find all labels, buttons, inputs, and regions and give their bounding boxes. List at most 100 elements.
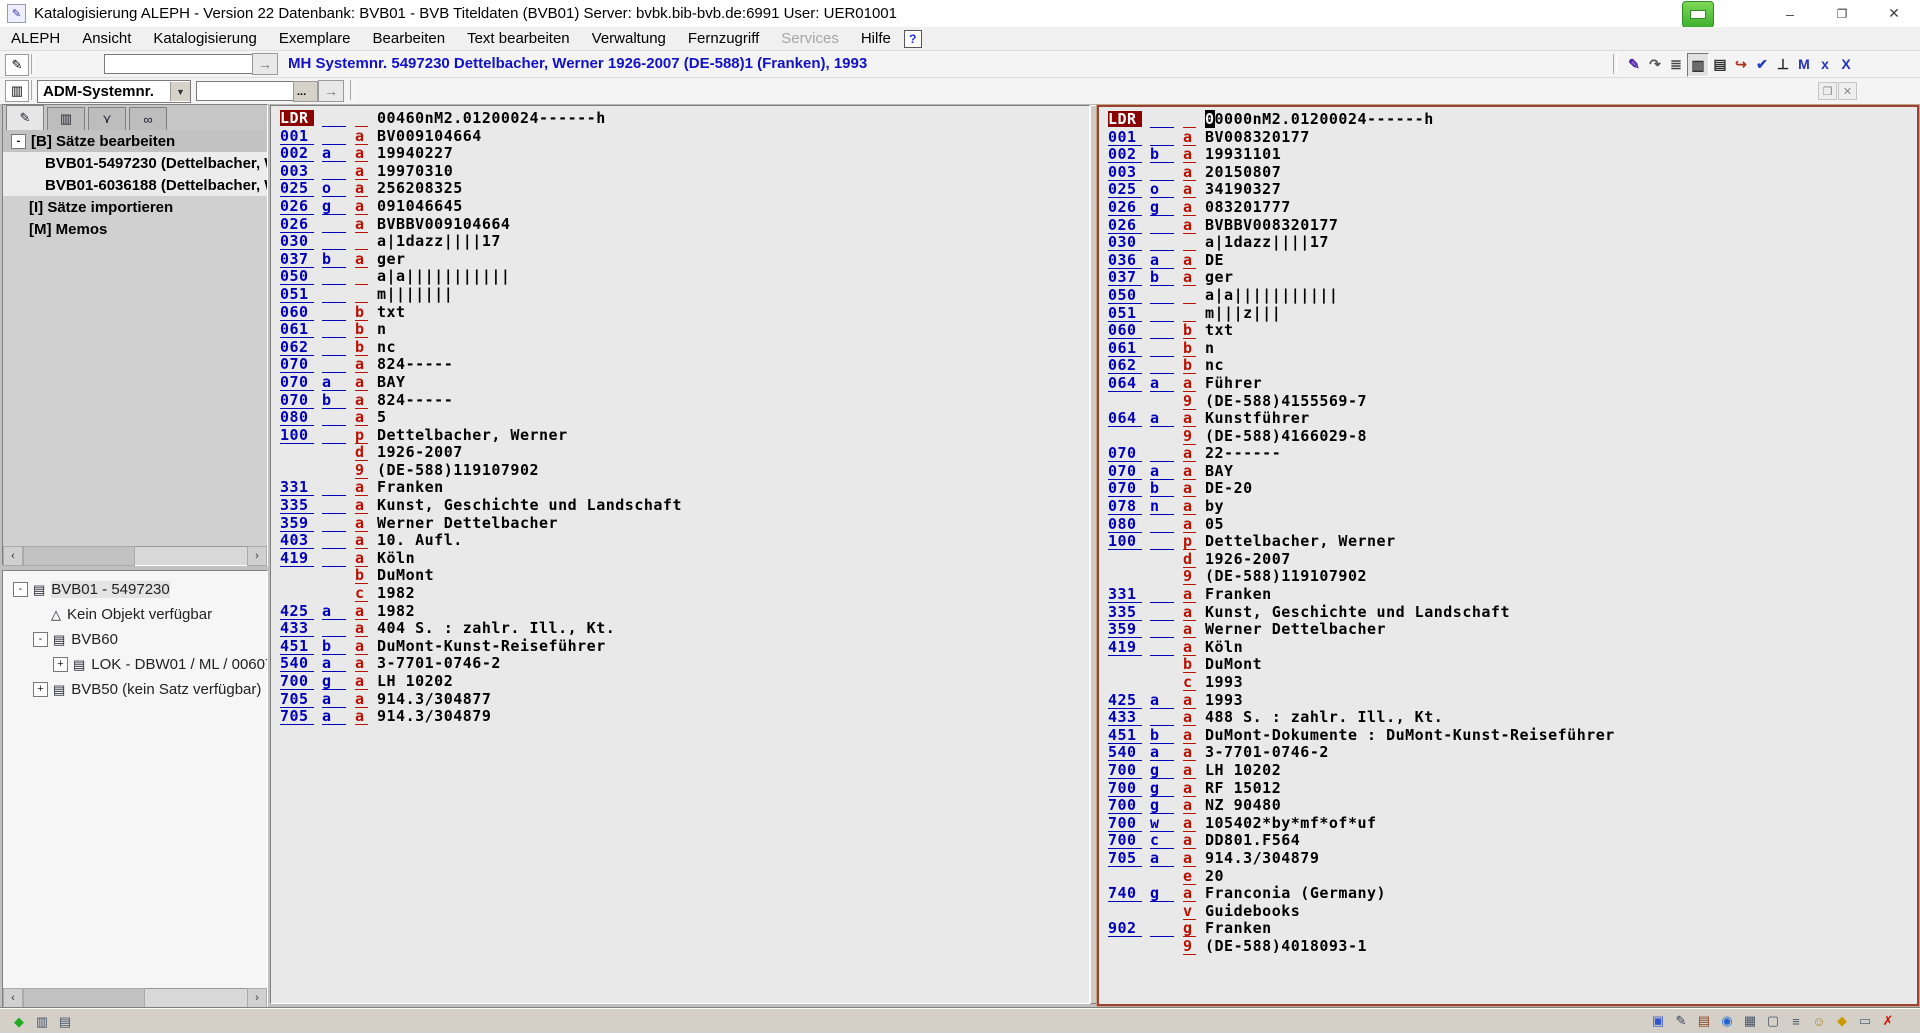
field-value[interactable]: Köln [1205,639,1243,656]
field-tag[interactable]: 331 [1108,586,1142,603]
field-tag[interactable]: 060 [1108,322,1142,339]
marc-field-row[interactable]: 001aBV008320177 [1099,129,1917,147]
field-tag[interactable]: 003 [280,163,314,180]
field-tag[interactable]: 359 [1108,621,1142,638]
subfield-code[interactable]: a [355,497,368,514]
subfield-code[interactable]: e [1183,868,1196,885]
field-value[interactable]: txt [1205,322,1234,339]
field-indicators[interactable]: a [322,603,346,620]
marc-field-row[interactable]: bDuMont [271,567,1089,585]
holdings-tree-item[interactable]: -▤BVB60 [3,627,267,652]
field-tag[interactable]: 070 [1108,463,1142,480]
field-value[interactable]: 404 S. : zahlr. Ill., Kt. [377,620,615,637]
chevron-down-icon[interactable]: ▼ [170,82,190,101]
field-tag[interactable] [1108,551,1142,567]
subfield-code[interactable]: a [355,515,368,532]
field-tag[interactable] [1108,938,1142,954]
marc-field-row[interactable]: 100pDettelbacher, Werner [1099,533,1917,551]
record-search-go-button[interactable]: → [252,53,278,75]
subfield-code[interactable]: 9 [1183,938,1196,955]
field-value[interactable]: n [377,321,387,338]
marc-field-row[interactable]: 700caDD801.F564 [1099,832,1917,850]
scroll-right-icon[interactable]: › [247,546,267,566]
child-restore-icon[interactable]: ❐ [1818,82,1837,100]
marc-field-row[interactable]: 060btxt [271,304,1089,322]
field-value[interactable]: 20150807 [1205,164,1281,181]
subfield-code[interactable]: a [355,532,368,549]
subfield-code[interactable]: b [355,304,368,321]
subfield-code[interactable]: a [1183,639,1196,656]
subfield-code[interactable]: a [355,374,368,391]
marc-field-row[interactable]: 070a22------ [1099,445,1917,463]
field-value[interactable]: (DE-588)4166029-8 [1205,428,1367,445]
field-tag[interactable]: 700 [1108,815,1142,832]
marc-field-row[interactable]: 051m||||||| [271,286,1089,304]
field-indicators[interactable] [322,110,346,127]
field-indicators[interactable] [1150,656,1174,672]
holdings-tree-item[interactable]: +▤BVB50 (kein Satz verfügbar) [3,677,267,702]
scroll-right-icon[interactable]: › [247,988,267,1008]
marc-field-row[interactable]: c1982 [271,585,1089,603]
user-icon[interactable]: ☺ [1808,1011,1830,1031]
field-value[interactable]: BVBBV009104664 [377,216,510,233]
subfield-code[interactable]: a [1183,744,1196,761]
field-tag[interactable]: 902 [1108,920,1142,937]
field-tag[interactable]: 070 [280,356,314,373]
edit-note-icon[interactable]: ✎ [1670,1011,1692,1031]
subfield-code[interactable]: a [1183,815,1196,832]
field-indicators[interactable] [1150,674,1174,690]
subfield-code[interactable]: a [355,145,368,162]
field-tag[interactable]: 705 [280,708,314,725]
subfield-code[interactable]: b [1183,340,1196,357]
field-value[interactable]: BV009104664 [377,128,482,145]
tree-item[interactable]: [I] Sätze importieren [3,196,267,218]
field-value[interactable]: 10. Aufl. [377,532,463,549]
field-value[interactable]: Franken [377,479,444,496]
field-indicators[interactable]: b [322,392,346,409]
field-value[interactable]: 00460nM2.01200024------h [377,110,606,127]
collapse-icon[interactable]: - [11,134,26,149]
field-tag[interactable]: 080 [1108,516,1142,533]
field-tag[interactable]: 705 [280,691,314,708]
upper-tree-hscrollbar[interactable]: ‹ › [3,546,267,565]
titlebar-green-tool-icon[interactable] [1682,1,1714,28]
field-tag[interactable]: 433 [280,620,314,637]
collapse-icon[interactable]: - [13,582,28,597]
field-tag[interactable]: 700 [1108,797,1142,814]
restore-button[interactable]: ❐ [1816,0,1868,27]
field-indicators[interactable] [1150,217,1174,234]
field-tag[interactable]: 419 [1108,639,1142,656]
field-indicators[interactable] [1150,709,1174,726]
field-value[interactable]: a|1dazz||||17 [1205,234,1329,251]
subfield-code[interactable]: a [355,638,368,655]
subfield-code[interactable]: p [355,427,368,444]
marc-field-row[interactable]: 540aa3-7701-0746-2 [1099,744,1917,762]
field-tag[interactable] [1108,674,1142,690]
subfield-code[interactable]: 9 [355,462,368,479]
mab-view-icon[interactable]: M [1794,53,1814,75]
subfield-code[interactable] [355,233,368,250]
marc-field-row[interactable]: 451baDuMont-Kunst-Reiseführer [271,638,1089,656]
field-indicators[interactable] [322,409,346,426]
field-indicators[interactable]: a [1150,463,1174,480]
subfield-code[interactable]: a [355,409,368,426]
subfield-code[interactable]: c [1183,674,1196,691]
subfield-code[interactable]: a [355,691,368,708]
field-indicators[interactable] [1150,604,1174,621]
field-tag[interactable]: 050 [1108,287,1142,304]
marc-field-row[interactable]: 002aa19940227 [271,145,1089,163]
holdings-tree-item[interactable]: -▤BVB01 - 5497230 [3,577,267,602]
field-value[interactable]: nc [377,339,396,356]
exit-editor-icon[interactable]: ↪ [1731,53,1751,75]
field-indicators[interactable]: g [322,673,346,690]
subfield-code[interactable]: 9 [1183,393,1196,410]
subfield-code[interactable]: b [355,321,368,338]
field-indicators[interactable] [322,515,346,532]
subfield-code[interactable]: a [355,163,368,180]
marc-field-row[interactable]: 403a10. Aufl. [271,532,1089,550]
field-tag[interactable]: 740 [1108,885,1142,902]
subfield-code[interactable] [1183,234,1196,251]
field-tag[interactable]: 025 [280,180,314,197]
marc-field-row[interactable]: 003a19970310 [271,163,1089,181]
holdings-tree-item[interactable]: +▤LOK - DBW01 / ML / 00607 [3,652,267,677]
